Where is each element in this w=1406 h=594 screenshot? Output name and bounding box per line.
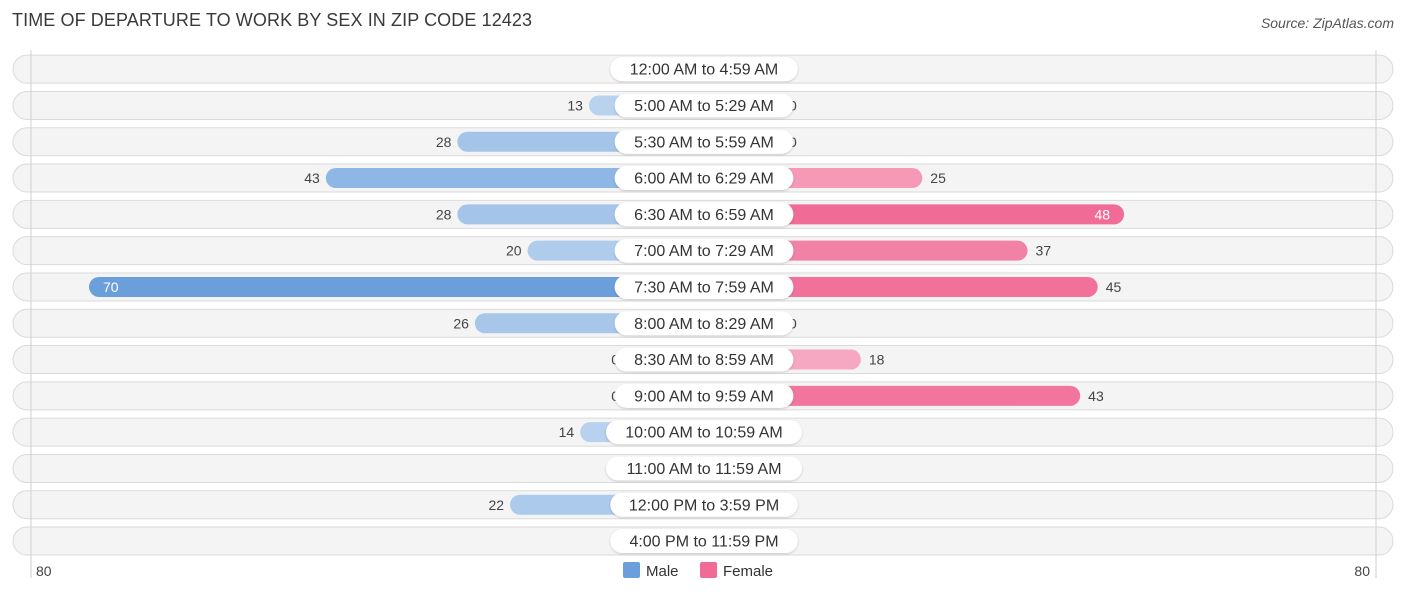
category-label: 10:00 AM to 10:59 AM	[625, 425, 782, 442]
female-value-label: 48	[1094, 206, 1110, 222]
chart-row: 1305:00 AM to 5:29 AM	[12, 90, 1394, 120]
female-value-label: 18	[869, 352, 885, 368]
chart-row: 43 25 6:00 AM to 6:29 AM	[12, 163, 1394, 193]
legend-swatch-female	[700, 562, 717, 578]
category-label: 6:30 AM to 6:59 AM	[634, 207, 774, 224]
female-value-label: 45	[1106, 279, 1122, 295]
chart-row: 14010:00 AM to 10:59 AM	[12, 417, 1394, 447]
chart-row: 3012:00 AM to 4:59 AM	[12, 54, 1394, 84]
male-value-label: 28	[436, 134, 452, 150]
legend: Male Female	[623, 562, 773, 580]
legend-label-male: Male	[646, 563, 679, 580]
chart-row: 0188:30 AM to 8:59 AM	[12, 345, 1394, 375]
male-value-label: 14	[559, 424, 575, 440]
chart-row: 22712:00 PM to 3:59 PM	[12, 490, 1394, 520]
diverging-bar-chart: 3012:00 AM to 4:59 AM 1305:00 AM to 5:29 …	[12, 50, 1394, 580]
male-value-label: 70	[103, 279, 119, 295]
right-axis-tick: 80	[1354, 563, 1370, 579]
chart-row: 70 45 7:30 AM to 7:59 AM	[12, 272, 1394, 302]
male-value-label: 22	[488, 497, 504, 513]
chart-row: 0439:00 AM to 9:59 AM	[12, 381, 1394, 411]
male-value-label: 13	[567, 97, 583, 113]
chart-row: 004:00 PM to 11:59 PM	[12, 526, 1394, 556]
category-label: 8:00 AM to 8:29 AM	[634, 316, 774, 333]
female-value-label: 43	[1088, 388, 1104, 404]
chart-row: 2805:30 AM to 5:59 AM	[12, 127, 1394, 157]
male-value-label: 26	[453, 315, 469, 331]
chart-row: 20 37 7:00 AM to 7:29 AM	[12, 236, 1394, 266]
chart-row: 0011:00 AM to 11:59 AM	[12, 453, 1394, 483]
chart-row: 2608:00 AM to 8:29 AM	[12, 308, 1394, 338]
legend-swatch-male	[623, 562, 640, 578]
legend-label-female: Female	[723, 563, 773, 580]
female-value-label: 25	[930, 170, 946, 186]
category-label: 7:00 AM to 7:29 AM	[634, 243, 774, 260]
category-label: 12:00 AM to 4:59 AM	[630, 62, 779, 79]
chart-rows: 3012:00 AM to 4:59 AM 1305:00 AM to 5:29 …	[12, 54, 1394, 556]
category-label: 9:00 AM to 9:59 AM	[634, 388, 774, 405]
category-label: 4:00 PM to 11:59 PM	[629, 534, 778, 551]
category-label: 8:30 AM to 8:59 AM	[634, 352, 774, 369]
chart-row: 28 48 6:30 AM to 6:59 AM	[12, 199, 1394, 229]
male-value-label: 20	[506, 243, 522, 259]
male-value-label: 28	[436, 206, 452, 222]
category-label: 6:00 AM to 6:29 AM	[634, 171, 774, 188]
category-label: 5:30 AM to 5:59 AM	[634, 134, 774, 151]
left-axis-tick: 80	[36, 563, 52, 579]
male-value-label: 43	[304, 170, 320, 186]
category-label: 7:30 AM to 7:59 AM	[634, 279, 774, 296]
female-value-label: 37	[1036, 243, 1052, 259]
category-label: 11:00 AM to 11:59 AM	[626, 461, 781, 478]
category-label: 5:00 AM to 5:29 AM	[634, 98, 774, 115]
male-bar	[89, 276, 703, 297]
category-label: 12:00 PM to 3:59 PM	[629, 497, 779, 514]
